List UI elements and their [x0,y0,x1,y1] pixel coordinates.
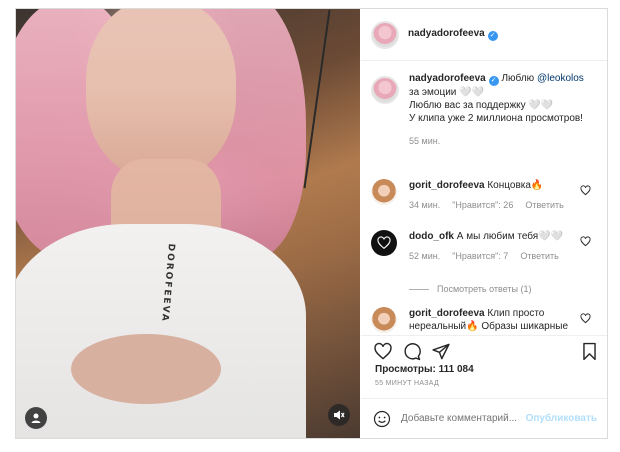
comment-avatar[interactable] [371,179,397,205]
background-cable [303,9,331,189]
caption-mention[interactable]: @leokolos [537,73,584,84]
comments-list[interactable]: nadyadorofeeva ✓ Люблю @leokolos за эмоци… [361,62,607,335]
user-icon [31,413,41,423]
caption-author[interactable]: nadyadorofeeva [409,73,486,84]
comment-bubble-icon[interactable] [402,342,422,361]
shirt [16,224,306,438]
post-sidebar: nadyadorofeeva ✓ nadyadorofeeva ✓ Люблю @l… [361,9,607,438]
comment-author[interactable]: gorit_dorofeeva [409,180,485,191]
sound-off-icon [334,410,345,420]
comment-time[interactable]: 52 мин. [409,251,440,261]
comment-likes[interactable]: "Нравится": 7 [452,251,508,261]
caption-line1: за эмоции 🤍🤍 [409,87,485,98]
verified-badge-icon: ✓ [487,31,498,41]
caption-body: nadyadorofeeva ✓ Люблю @leokolos за эмоци… [409,72,601,148]
caption-lead: Люблю [501,73,535,84]
post-actions [361,335,607,363]
comment-input[interactable] [401,413,521,424]
caption-line2: Люблю вас за поддержку 🤍🤍 [409,100,554,111]
verified-badge-icon: ✓ [488,76,499,86]
comment-reply-button[interactable]: Ответить [525,200,563,210]
comment-avatar[interactable] [371,307,397,333]
comment-body: dodo_ofk А мы любим тебя🤍🤍 [409,230,569,243]
caption-time[interactable]: 55 мин. [409,135,601,148]
like-comment-heart-icon[interactable] [580,313,591,324]
view-replies-button[interactable]: Посмотреть ответы (1) [409,284,532,294]
publish-button[interactable]: Опубликовать [526,413,597,424]
comment-body: gorit_dorofeeva Клип просто нереальный🔥 … [409,307,569,333]
comment-likes[interactable]: "Нравится": 26 [452,200,513,210]
post-header: nadyadorofeeva ✓ [361,9,607,61]
comment-author[interactable]: gorit_dorofeeva [409,308,485,319]
replies-divider [409,288,429,290]
comment-text: А мы любим тебя🤍🤍 [456,231,564,242]
add-comment-bar: Опубликовать [361,398,607,438]
comment-text: Концовка🔥 [487,180,544,191]
views-count[interactable]: Просмотры: 111 084 [375,364,474,375]
like-comment-heart-icon[interactable] [580,236,591,247]
view-replies-label: Посмотреть ответы (1) [437,284,532,294]
emoji-icon[interactable] [373,410,391,428]
caption-line3: У клипа уже 2 миллиона просмотров! [409,113,583,124]
like-heart-icon[interactable] [373,342,393,361]
save-bookmark-icon[interactable] [581,342,598,361]
shirt-cutout [71,334,221,404]
tagged-user-button[interactable] [25,407,47,429]
comment-avatar[interactable] [371,230,397,256]
comment-meta: 52 мин. "Нравится": 7 Ответить [409,251,601,261]
comment-author[interactable]: dodo_ofk [409,231,454,242]
post-media[interactable]: DOROFEEVA [16,9,360,438]
post-card: DOROFEEVA nadyadorofeeva ✓ nadyadorofeev… [15,8,608,439]
like-comment-heart-icon[interactable] [580,185,591,196]
comment-time[interactable]: 34 мин. [409,200,440,210]
comment: gorit_dorofeeva Концовка🔥 34 мин. "Нрави… [371,179,601,210]
face [86,9,236,179]
comment: gorit_dorofeeva Клип просто нереальный🔥 … [371,307,601,333]
post-timestamp[interactable]: 55 МИНУТ НАЗАД [375,380,439,387]
comment-meta: 34 мин. "Нравится": 26 Ответить [409,200,601,210]
share-paper-plane-icon[interactable] [431,342,451,361]
heart-logo-icon [377,236,391,250]
mute-button[interactable] [328,404,350,426]
comment: dodo_ofk А мы любим тебя🤍🤍 52 мин. "Нрав… [371,230,601,261]
caption-avatar[interactable] [371,76,399,104]
post-caption: nadyadorofeeva ✓ Люблю @leokolos за эмоци… [371,72,601,148]
author-username[interactable]: nadyadorofeeva ✓ [408,28,498,41]
comment-body: gorit_dorofeeva Концовка🔥 [409,179,569,192]
author-avatar[interactable] [371,20,399,49]
comment-reply-button[interactable]: Ответить [520,251,558,261]
